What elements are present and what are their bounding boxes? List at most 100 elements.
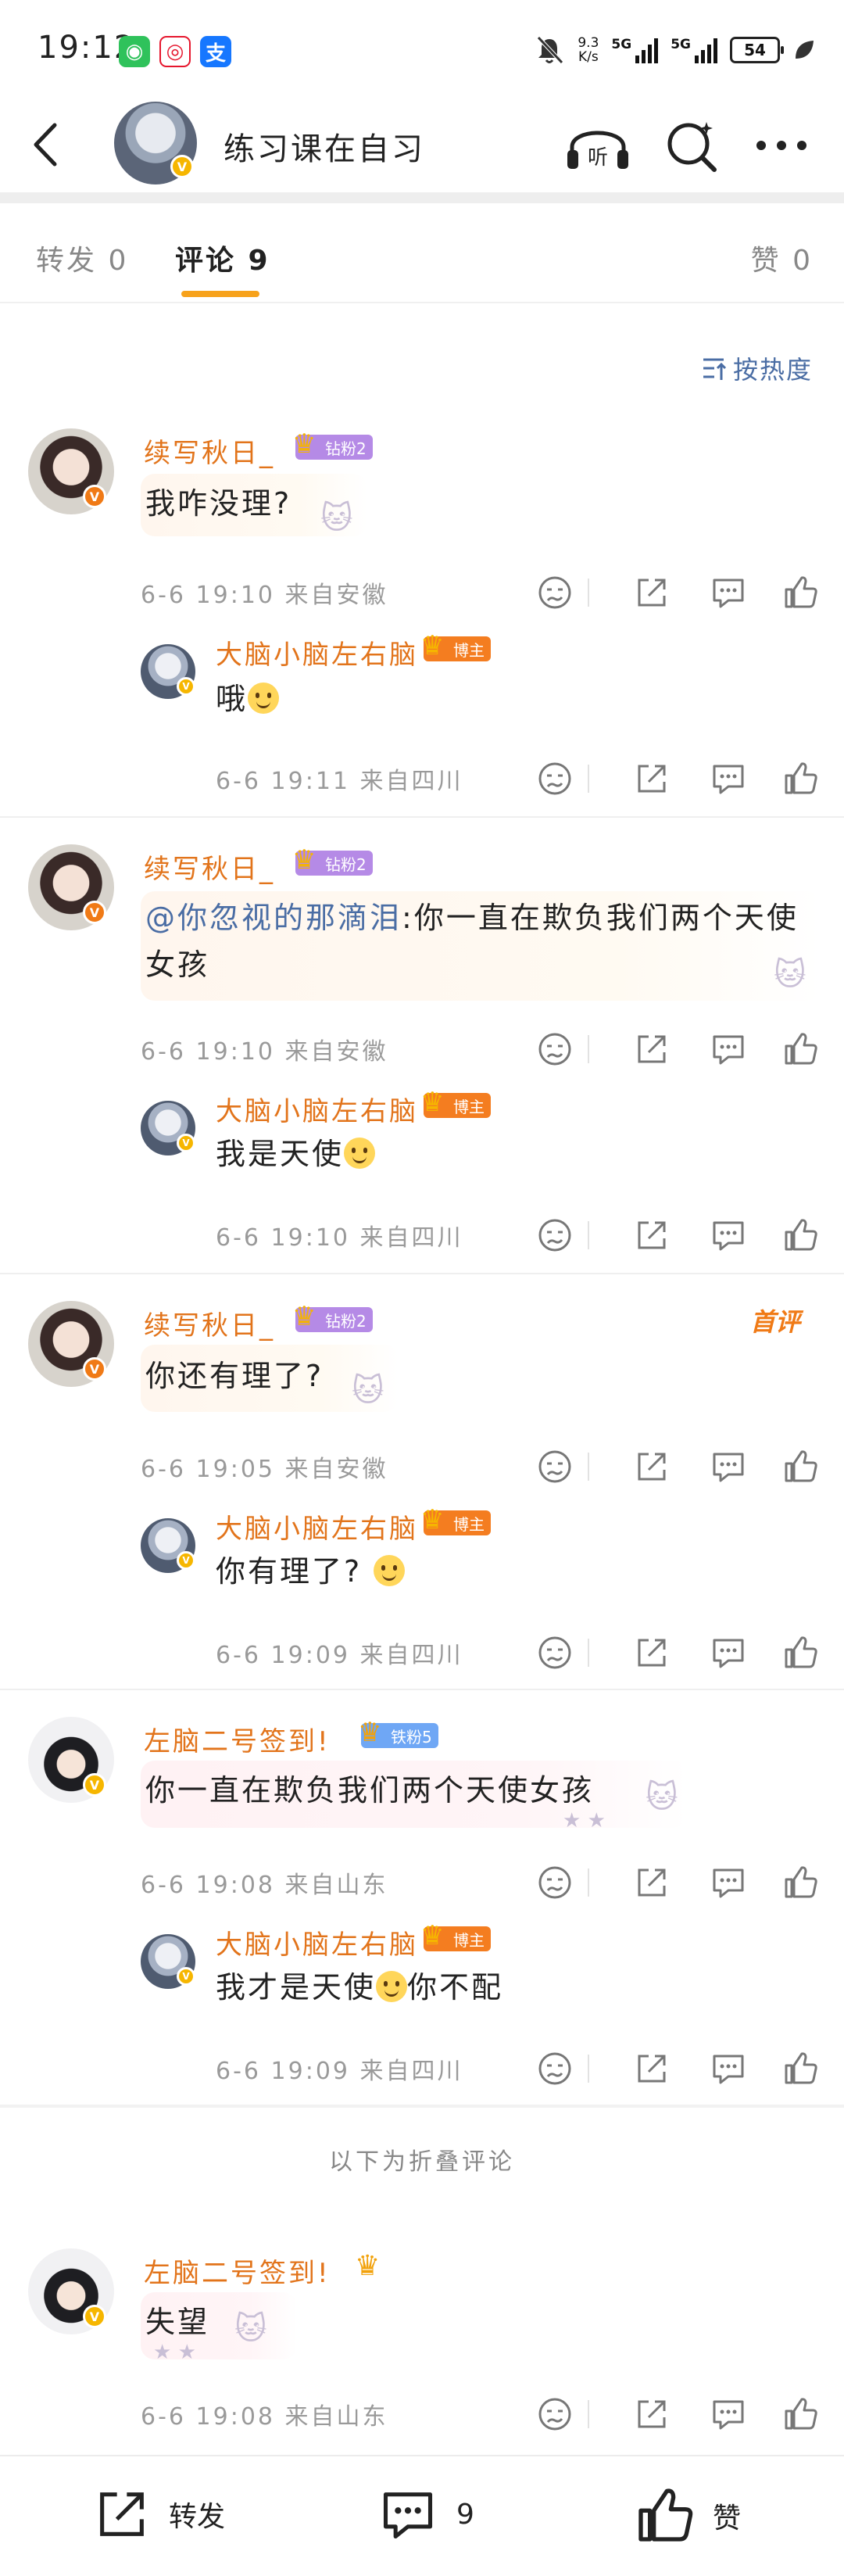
comment-actions [508, 1448, 821, 1487]
mute-bell-icon [537, 36, 564, 64]
like-button[interactable]: 赞 [633, 2485, 741, 2547]
reply-icon[interactable] [710, 2395, 747, 2433]
repost-label: 转发 [169, 2501, 226, 2533]
share-icon[interactable] [633, 574, 671, 611]
repost-button[interactable]: 转发 [92, 2485, 225, 2544]
comment-meta: 6-6 19:10 来自安徽 [141, 1038, 388, 1066]
network-speed-unit: K/s [578, 49, 599, 65]
like-icon[interactable] [781, 1634, 819, 1671]
action-divider [588, 2055, 589, 2083]
network-speed: 9.3 K/s [578, 36, 599, 64]
comment-divider [0, 1273, 844, 1274]
dislike-icon[interactable] [536, 1864, 574, 1901]
author-badge: ♛ 博主 [420, 1504, 491, 1535]
tab-repost[interactable]: 转发 0 [36, 238, 128, 278]
weibo-icon: ◎ [159, 36, 191, 67]
reply-icon[interactable] [710, 1634, 747, 1671]
share-icon[interactable] [633, 1030, 671, 1068]
reply-icon[interactable] [710, 760, 747, 797]
crown-icon: ♛ [420, 1920, 445, 1951]
reply-icon[interactable] [710, 2050, 747, 2087]
action-divider [588, 1868, 589, 1897]
section-divider [0, 2105, 844, 2108]
comment-button[interactable]: 9 [377, 2485, 474, 2544]
reply-icon[interactable] [710, 1216, 747, 1254]
reply-icon[interactable] [710, 1030, 747, 1068]
reply-icon[interactable] [710, 574, 747, 611]
fan-badge: ♛ 钻粉2 [292, 1301, 373, 1332]
tab-comments[interactable]: 评论 9 [175, 238, 270, 278]
sort-icon [703, 358, 727, 380]
reply-icon[interactable] [710, 1864, 747, 1901]
share-icon[interactable] [633, 2050, 671, 2087]
share-icon[interactable] [633, 1216, 671, 1254]
comment-actions [508, 1030, 821, 1069]
like-icon[interactable] [781, 1448, 819, 1485]
share-icon[interactable] [633, 2395, 671, 2433]
reply-actions [508, 1634, 821, 1673]
comment-text: 你还有理了? [145, 1359, 324, 1393]
verified-badge-icon: V [83, 485, 106, 508]
author-badge: ♛ 博主 [420, 630, 491, 661]
like-icon[interactable] [781, 574, 819, 611]
like-icon[interactable] [781, 1864, 819, 1901]
reply-author-name[interactable]: 大脑小脑左右脑 [216, 1090, 418, 1128]
reply-text-content: 哦 [216, 682, 249, 716]
share-icon[interactable] [633, 1448, 671, 1485]
page-title[interactable]: 练习课在自习 [224, 124, 425, 169]
like-icon[interactable] [781, 1030, 819, 1068]
mention-link[interactable]: @你忽视的那滴泪 [145, 901, 402, 935]
comment-meta: 6-6 19:08 来自山东 [141, 2403, 388, 2431]
share-icon[interactable] [633, 1864, 671, 1901]
reply-author-name[interactable]: 大脑小脑左右脑 [216, 1507, 418, 1546]
back-arrow-icon[interactable] [23, 117, 70, 172]
dislike-icon[interactable] [536, 1634, 574, 1671]
sort-label: 按热度 [732, 355, 813, 385]
fan-badge-label: 钻粉2 [325, 1311, 367, 1331]
tab-bar: 转发 0 评论 9 赞 0 [0, 203, 844, 303]
commenter-name[interactable]: 续写秋日_ [144, 432, 275, 470]
listen-icon[interactable]: 听 [564, 116, 631, 175]
commenter-name[interactable]: 左脑二号签到! [144, 2252, 331, 2290]
fan-badge-label: 钻粉2 [325, 854, 367, 874]
fan-badge: ♛ 钻粉2 [292, 844, 373, 876]
dislike-icon[interactable] [536, 1216, 574, 1254]
dislike-icon[interactable] [536, 1448, 574, 1485]
signal-label: 5G [671, 37, 691, 52]
verified-badge-icon: V [83, 1357, 106, 1381]
commenter-name[interactable]: 左脑二号签到! [144, 1720, 331, 1758]
crown-icon: ♛ [420, 1087, 445, 1118]
like-icon[interactable] [781, 2050, 819, 2087]
verified-badge-icon: V [83, 2305, 106, 2328]
search-icon[interactable] [663, 116, 722, 175]
like-icon[interactable] [781, 1216, 819, 1254]
dislike-icon[interactable] [536, 760, 574, 797]
like-icon[interactable] [781, 2395, 819, 2433]
comment-item: V 左脑二号签到! ♛ 铁粉5 你一直在欺负我们两个天使女孩 🐱 ★ ★ 6-6 … [0, 1717, 844, 2108]
more-icon[interactable] [752, 116, 811, 175]
sort-button[interactable]: 按热度 [702, 350, 813, 386]
reply-author-name[interactable]: 大脑小脑左右脑 [216, 633, 418, 672]
action-divider [588, 1453, 589, 1481]
dislike-icon[interactable] [536, 1030, 574, 1068]
smile-emoji-icon [374, 1555, 406, 1586]
share-icon[interactable] [633, 760, 671, 797]
reply-text-content: 我才是天使 [216, 1970, 377, 2005]
comment-meta: 6-6 19:08 来自山东 [141, 1872, 388, 1899]
dislike-icon[interactable] [536, 574, 574, 611]
commenter-name[interactable]: 续写秋日_ [144, 847, 275, 886]
reply-icon[interactable] [710, 1448, 747, 1485]
verified-badge-icon: V [83, 901, 106, 924]
reply-text: 哦 [216, 675, 280, 722]
fan-badge-label: 铁粉5 [391, 1727, 432, 1747]
share-icon[interactable] [633, 1634, 671, 1671]
tab-likes[interactable]: 赞 0 [751, 238, 813, 278]
like-icon[interactable] [781, 760, 819, 797]
dislike-icon[interactable] [536, 2050, 574, 2087]
commenter-name[interactable]: 续写秋日_ [144, 1304, 275, 1342]
kitty-sticker-icon: 🐱 [234, 2311, 267, 2347]
dislike-icon[interactable] [536, 2395, 574, 2433]
folded-comments-label[interactable]: 以下为折叠评论 [0, 2142, 844, 2177]
comment-meta: 6-6 19:10 来自安徽 [141, 582, 388, 609]
reply-author-name[interactable]: 大脑小脑左右脑 [216, 1923, 418, 1962]
